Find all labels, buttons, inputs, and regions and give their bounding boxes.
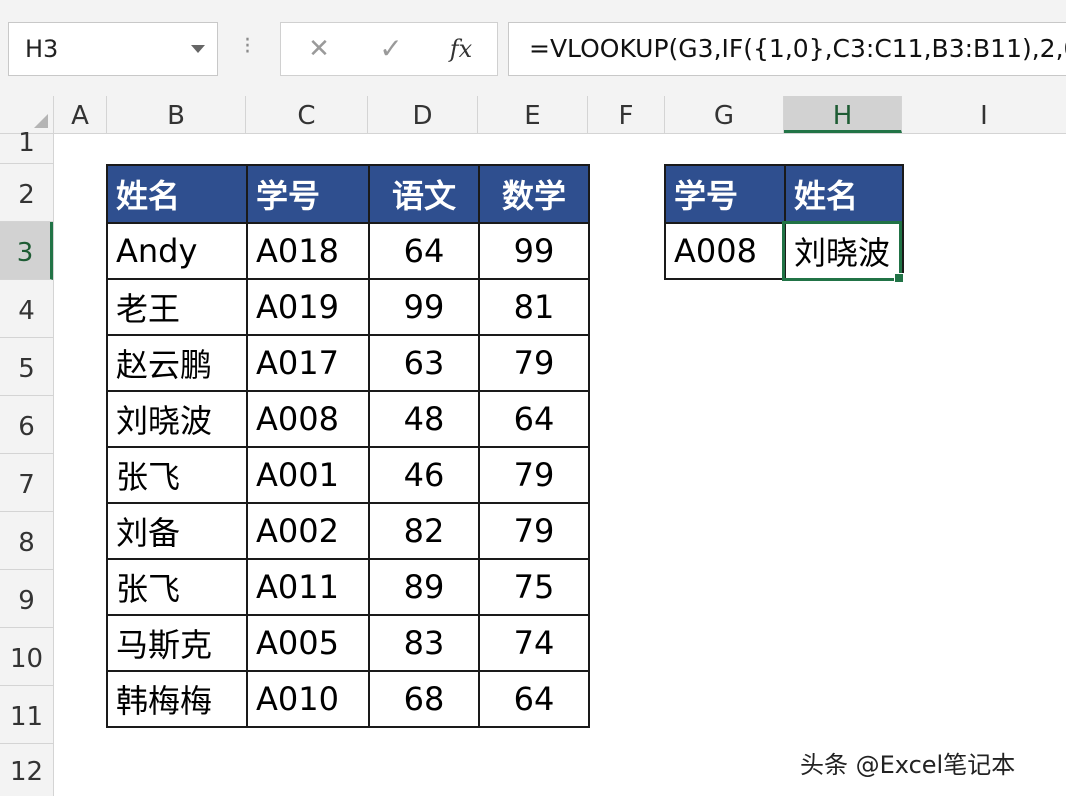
id-cell[interactable]: A010 xyxy=(246,670,370,728)
table-row: 马斯克 A005 83 74 xyxy=(106,614,590,672)
id-cell[interactable]: A017 xyxy=(246,334,370,392)
column-header-b[interactable]: B xyxy=(107,96,246,133)
table-row: 赵云鹏 A017 63 79 xyxy=(106,334,590,392)
column-header-a[interactable]: A xyxy=(54,96,107,133)
header-cell[interactable]: 数学 xyxy=(478,164,590,224)
chevron-down-icon[interactable] xyxy=(191,45,205,53)
math-score-cell[interactable]: 99 xyxy=(478,222,590,280)
row-header-1[interactable]: 1 xyxy=(0,130,53,164)
formula-text: =VLOOKUP(G3,IF({1,0},C3:C11,B3:B11),2,0) xyxy=(529,34,1066,63)
header-cell[interactable]: 学号 xyxy=(246,164,370,224)
id-cell[interactable]: A018 xyxy=(246,222,370,280)
id-cell[interactable]: A008 xyxy=(246,390,370,448)
row-header-7[interactable]: 7 xyxy=(0,454,53,512)
watermark: 头条 @Excel笔记本 xyxy=(800,751,1016,779)
formula-input[interactable]: =VLOOKUP(G3,IF({1,0},C3:C11,B3:B11),2,0) xyxy=(508,22,1066,76)
id-cell[interactable]: A001 xyxy=(246,446,370,504)
math-score-cell[interactable]: 75 xyxy=(478,558,590,616)
row-header-2[interactable]: 2 xyxy=(0,164,53,222)
insert-function-icon[interactable]: fx xyxy=(431,23,491,75)
row-header-9[interactable]: 9 xyxy=(0,570,53,628)
column-header-f[interactable]: F xyxy=(588,96,665,133)
row-header-5[interactable]: 5 xyxy=(0,338,53,396)
table-row: 韩梅梅 A010 68 64 xyxy=(106,670,590,728)
lookup-result-cell[interactable]: 刘晓波 xyxy=(784,222,904,280)
header-cell[interactable]: 姓名 xyxy=(784,164,904,224)
column-header-e[interactable]: E xyxy=(478,96,588,133)
math-score-cell[interactable]: 64 xyxy=(478,390,590,448)
id-cell[interactable]: A019 xyxy=(246,278,370,336)
chinese-score-cell[interactable]: 63 xyxy=(368,334,480,392)
row-header-3[interactable]: 3 xyxy=(0,222,53,280)
lookup-row: A008 刘晓波 xyxy=(664,222,904,280)
chinese-score-cell[interactable]: 99 xyxy=(368,278,480,336)
formula-bar: H3 · · · ✕ ✓ fx =VLOOKUP(G3,IF({1,0},C3:C1… xyxy=(0,0,1066,96)
column-header-d[interactable]: D xyxy=(368,96,478,133)
row-header-6[interactable]: 6 xyxy=(0,396,53,454)
math-score-cell[interactable]: 81 xyxy=(478,278,590,336)
chinese-score-cell[interactable]: 83 xyxy=(368,614,480,672)
column-header-i[interactable]: I xyxy=(902,96,1066,133)
name-cell[interactable]: 老王 xyxy=(106,278,248,336)
header-cell[interactable]: 语文 xyxy=(368,164,480,224)
column-header-h[interactable]: H xyxy=(784,96,902,133)
score-table: 姓名 学号 语文 数学 Andy A018 64 99 老王 A019 99 8… xyxy=(106,164,590,728)
table-row: 刘备 A002 82 79 xyxy=(106,502,590,560)
row-header-column: 1 2 3 4 5 6 7 8 9 10 11 12 xyxy=(0,130,54,796)
table-row: Andy A018 64 99 xyxy=(106,222,590,280)
row-header-11[interactable]: 11 xyxy=(0,686,53,744)
column-header-g[interactable]: G xyxy=(665,96,784,133)
table-row: 张飞 A011 89 75 xyxy=(106,558,590,616)
math-score-cell[interactable]: 64 xyxy=(478,670,590,728)
id-cell[interactable]: A011 xyxy=(246,558,370,616)
enter-icon[interactable]: ✓ xyxy=(361,23,421,75)
row-header-12[interactable]: 12 xyxy=(0,744,53,796)
row-header-4[interactable]: 4 xyxy=(0,280,53,338)
lookup-id-cell[interactable]: A008 xyxy=(664,222,786,280)
chinese-score-cell[interactable]: 48 xyxy=(368,390,480,448)
name-cell[interactable]: 刘备 xyxy=(106,502,248,560)
name-cell[interactable]: Andy xyxy=(106,222,248,280)
chinese-score-cell[interactable]: 64 xyxy=(368,222,480,280)
header-cell[interactable]: 姓名 xyxy=(106,164,248,224)
formula-buttons: ✕ ✓ fx xyxy=(280,22,498,76)
table-row: 刘晓波 A008 48 64 xyxy=(106,390,590,448)
name-cell[interactable]: 赵云鹏 xyxy=(106,334,248,392)
chinese-score-cell[interactable]: 68 xyxy=(368,670,480,728)
name-cell[interactable]: 马斯克 xyxy=(106,614,248,672)
name-box[interactable]: H3 xyxy=(8,22,218,76)
select-all-icon xyxy=(34,114,48,128)
math-score-cell[interactable]: 79 xyxy=(478,502,590,560)
table-row: 老王 A019 99 81 xyxy=(106,278,590,336)
name-cell[interactable]: 张飞 xyxy=(106,558,248,616)
name-box-value: H3 xyxy=(25,35,59,63)
table-header-row: 姓名 学号 语文 数学 xyxy=(106,164,590,224)
name-cell[interactable]: 刘晓波 xyxy=(106,390,248,448)
math-score-cell[interactable]: 74 xyxy=(478,614,590,672)
header-cell[interactable]: 学号 xyxy=(664,164,786,224)
id-cell[interactable]: A002 xyxy=(246,502,370,560)
chinese-score-cell[interactable]: 82 xyxy=(368,502,480,560)
column-header-row: A B C D E F G H I xyxy=(0,96,1066,134)
column-header-c[interactable]: C xyxy=(246,96,368,133)
id-cell[interactable]: A005 xyxy=(246,614,370,672)
cancel-icon[interactable]: ✕ xyxy=(289,23,349,75)
name-cell[interactable]: 张飞 xyxy=(106,446,248,504)
chinese-score-cell[interactable]: 46 xyxy=(368,446,480,504)
lookup-table: 学号 姓名 A008 刘晓波 xyxy=(664,164,904,280)
math-score-cell[interactable]: 79 xyxy=(478,446,590,504)
chinese-score-cell[interactable]: 89 xyxy=(368,558,480,616)
row-header-10[interactable]: 10 xyxy=(0,628,53,686)
row-header-8[interactable]: 8 xyxy=(0,512,53,570)
name-cell[interactable]: 韩梅梅 xyxy=(106,670,248,728)
more-vertical-icon[interactable]: · · · xyxy=(244,30,251,64)
lookup-header-row: 学号 姓名 xyxy=(664,164,904,224)
table-row: 张飞 A001 46 79 xyxy=(106,446,590,504)
math-score-cell[interactable]: 79 xyxy=(478,334,590,392)
